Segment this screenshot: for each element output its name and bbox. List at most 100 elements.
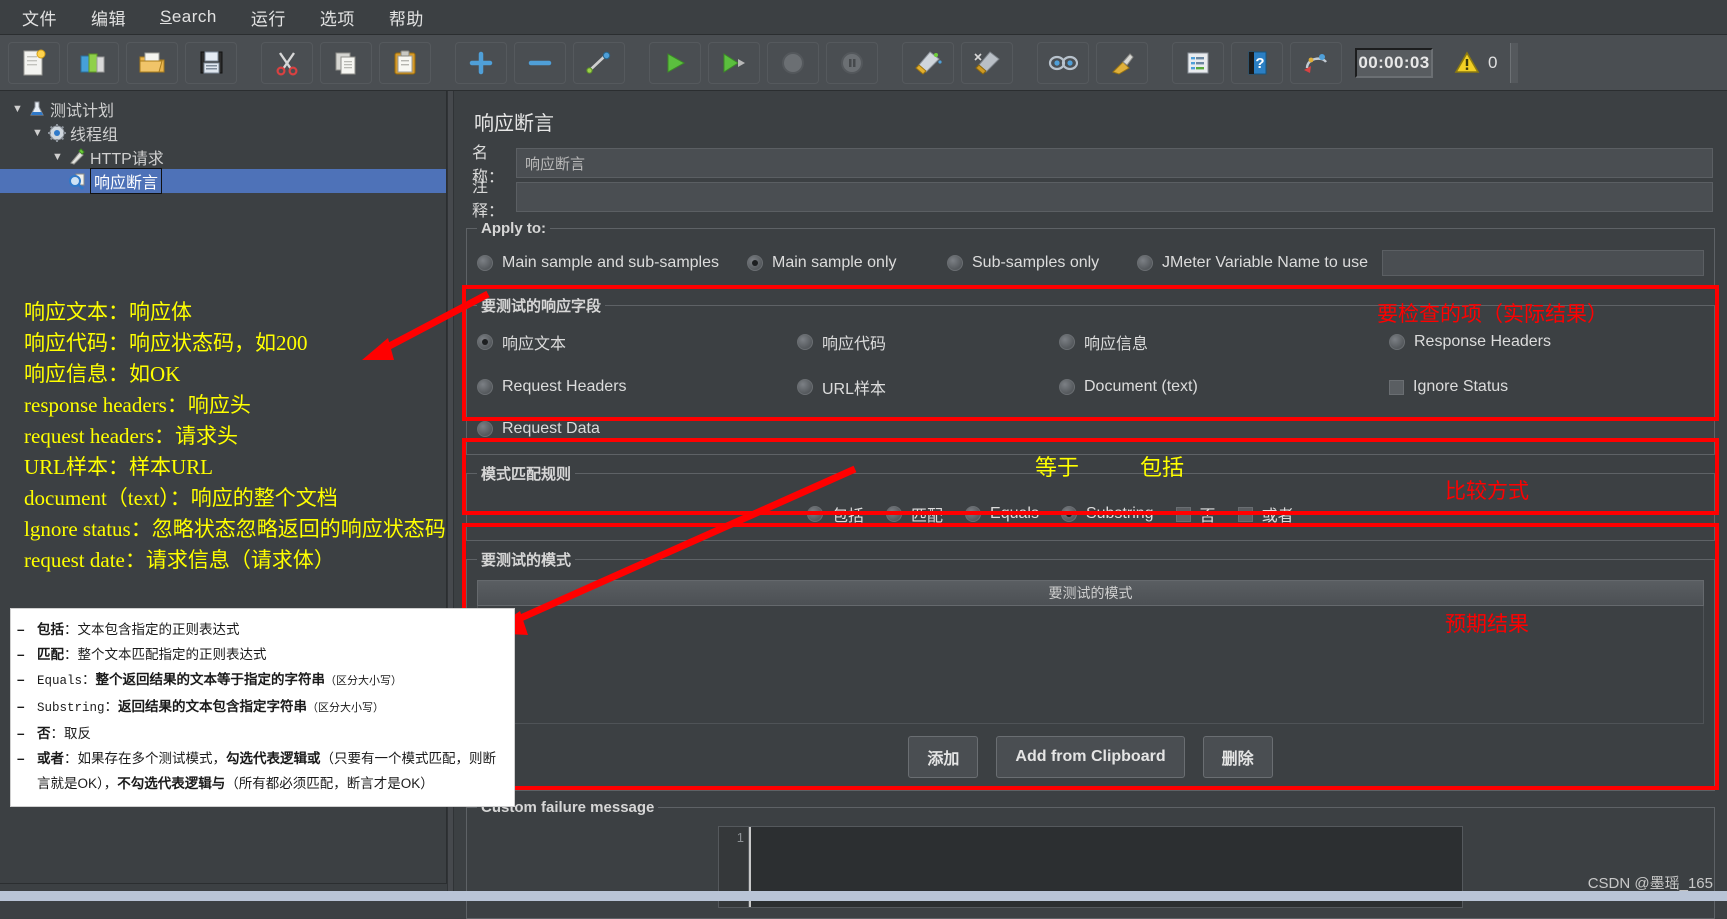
chevron-down-icon[interactable]: ▼ (32, 127, 48, 139)
radio-main-only[interactable]: Main sample only (747, 254, 947, 272)
radio-request-headers[interactable]: Request Headers (477, 375, 797, 399)
clear-all-icon[interactable] (961, 41, 1013, 84)
menu-item-search[interactable]: Search (160, 7, 217, 27)
annotation-line: 响应信息：如OK (24, 362, 181, 386)
menu-item-help[interactable]: 帮助 (389, 5, 424, 30)
radio-icon-selected[interactable] (747, 255, 763, 271)
tree-node-http-request[interactable]: ▼ HTTP请求 (0, 145, 446, 169)
tree-node-test-plan[interactable]: ▼ 测试计划 (0, 97, 446, 121)
annotation-equals: 等于 (1035, 455, 1080, 480)
radio-contains[interactable]: 包括 (807, 502, 864, 526)
radio-icon[interactable] (807, 506, 823, 522)
popup-colon: ： (104, 699, 119, 714)
checkbox-icon[interactable] (1237, 506, 1253, 522)
clear-icon[interactable] (902, 41, 954, 84)
chevron-down-icon[interactable]: ▼ (52, 151, 68, 163)
option-label: Substring (1085, 505, 1154, 522)
radio-substring[interactable]: Substring (1060, 505, 1154, 523)
radio-icon[interactable] (1137, 255, 1153, 271)
open-icon[interactable] (126, 41, 178, 84)
templates-icon[interactable] (67, 41, 119, 84)
search-reset-icon[interactable] (1096, 41, 1148, 84)
radio-response-text[interactable]: 响应文本 (477, 330, 797, 354)
option-label: 或者 (1261, 508, 1294, 525)
add-from-clipboard-button[interactable]: Add from Clipboard (996, 736, 1185, 778)
radio-icon-selected[interactable] (477, 334, 493, 350)
option-label: 响应文本 (502, 336, 567, 353)
radio-response-code[interactable]: 响应代码 (797, 330, 1059, 354)
jmeter-variable-input[interactable] (1382, 250, 1704, 276)
radio-icon[interactable] (1059, 334, 1075, 350)
menu-item-run[interactable]: 运行 (251, 5, 286, 30)
checkbox-ignore-status[interactable]: Ignore Status (1389, 375, 1704, 399)
menu-item-file[interactable]: 文件 (22, 5, 57, 30)
radio-icon-selected[interactable] (1060, 506, 1077, 522)
delete-button[interactable]: 删除 (1202, 736, 1273, 778)
radio-jmeter-variable[interactable]: JMeter Variable Name to use (1137, 254, 1368, 272)
collapse-icon[interactable] (514, 41, 566, 84)
radio-url-sample[interactable]: URL样本 (797, 375, 1059, 399)
radio-request-data[interactable]: Request Data (477, 420, 797, 438)
stop-icon[interactable] (767, 41, 819, 84)
warning-indicator[interactable]: 0 (1454, 50, 1497, 75)
radio-equals[interactable]: Equals (965, 505, 1039, 523)
undo-redo-icon[interactable] (1290, 41, 1342, 84)
radio-icon[interactable] (477, 379, 493, 395)
tree-node-thread-group[interactable]: ▼ 线程组 (0, 121, 446, 145)
option-label: 否 (1199, 508, 1216, 525)
radio-icon[interactable] (1059, 379, 1075, 395)
radio-icon[interactable] (477, 255, 493, 271)
expand-icon[interactable] (455, 41, 507, 84)
radio-icon[interactable] (797, 379, 813, 395)
popup-term: Equals (37, 674, 83, 688)
annotation-line: request headers：请求头 (24, 424, 239, 448)
function-helper-icon[interactable] (1172, 41, 1224, 84)
radio-main-and-sub[interactable]: Main sample and sub-samples (477, 254, 747, 272)
radio-response-headers[interactable]: Response Headers (1389, 330, 1704, 354)
radio-icon[interactable] (965, 506, 982, 522)
option-label: Document (text) (1084, 378, 1198, 395)
radio-sub-only[interactable]: Sub-samples only (947, 254, 1137, 272)
search-icon[interactable] (1037, 41, 1089, 84)
checkbox-or[interactable]: 或者 (1237, 502, 1294, 526)
comment-input[interactable] (516, 182, 1713, 212)
add-button[interactable]: 添加 (908, 736, 979, 778)
radio-icon[interactable] (797, 334, 813, 350)
radio-icon[interactable] (886, 506, 903, 522)
tree-node-label: 测试计划 (50, 103, 115, 120)
tree-node-response-assertion[interactable]: 响应断言 (0, 168, 446, 194)
radio-icon[interactable] (1389, 334, 1405, 350)
radio-icon[interactable] (477, 421, 493, 437)
start-icon[interactable] (649, 41, 701, 84)
annotation-includes: 包括 (1140, 455, 1185, 480)
popup-text: 否：取反 (37, 721, 91, 746)
radio-matches[interactable]: 匹配 (886, 502, 943, 526)
name-input[interactable]: 响应断言 (516, 148, 1713, 178)
chevron-down-icon[interactable]: ▼ (12, 103, 28, 115)
paste-icon[interactable] (379, 41, 431, 84)
toolbar-grip[interactable] (1510, 42, 1519, 83)
radio-icon[interactable] (947, 255, 963, 271)
toggle-icon[interactable] (573, 41, 625, 84)
menu-item-edit[interactable]: 编辑 (91, 5, 126, 30)
menu-item-options[interactable]: 选项 (320, 5, 355, 30)
checkbox-not[interactable]: 否 (1175, 502, 1216, 526)
popup-part-bold: 勾选代表逻辑或 (226, 751, 321, 766)
radio-response-message[interactable]: 响应信息 (1059, 330, 1389, 354)
help-icon[interactable]: ? (1231, 41, 1283, 84)
new-icon[interactable] (8, 41, 60, 84)
copy-icon[interactable] (320, 41, 372, 84)
shutdown-icon[interactable] (826, 41, 878, 84)
apply-to-legend: Apply to: (481, 220, 546, 237)
pattern-rules-legend: 模式匹配规则 (481, 466, 572, 483)
option-label: Request Headers (502, 378, 627, 395)
checkbox-icon[interactable] (1389, 379, 1404, 395)
patterns-column-header[interactable]: 要测试的模式 (477, 580, 1704, 606)
checkbox-icon[interactable] (1175, 506, 1191, 522)
annotation-compare-mode: 比较方式 (1445, 479, 1529, 503)
save-icon[interactable] (185, 41, 237, 84)
radio-document-text[interactable]: Document (text) (1059, 375, 1389, 399)
cut-icon[interactable] (261, 41, 313, 84)
popup-desc: 返回结果的文本包含指定字符串 (118, 699, 308, 714)
start-no-pause-icon[interactable] (708, 41, 760, 84)
